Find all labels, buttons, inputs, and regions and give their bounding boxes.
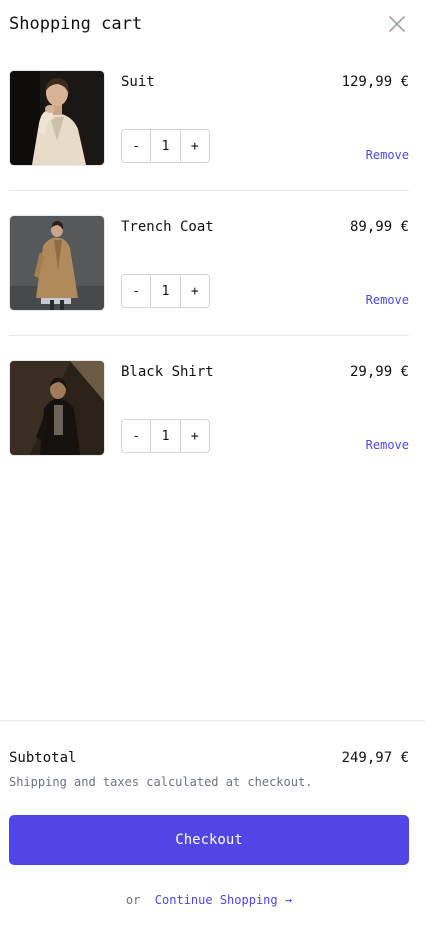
item-price: 29,99 € — [349, 364, 409, 380]
product-image — [9, 360, 105, 456]
or-text: or — [125, 893, 141, 907]
cart-item: Suit 129,99 € - 1 + Remove — [9, 70, 409, 166]
quantity-stepper: - 1 + — [121, 129, 210, 163]
quantity-value[interactable]: 1 — [150, 275, 181, 307]
increment-button[interactable]: + — [181, 275, 209, 307]
item-price: 129,99 € — [341, 74, 409, 90]
quantity-stepper: - 1 + — [121, 419, 210, 453]
increment-button[interactable]: + — [181, 420, 209, 452]
quantity-stepper: - 1 + — [121, 274, 210, 308]
product-image — [9, 70, 105, 166]
checkout-button[interactable]: Checkout — [9, 815, 409, 865]
cart-header: Shopping cart — [9, 12, 409, 38]
subtotal-value: 249,97 € — [341, 750, 409, 766]
close-button[interactable] — [389, 16, 405, 32]
increment-button[interactable]: + — [181, 130, 209, 162]
decrement-button[interactable]: - — [122, 420, 150, 452]
shipping-note: Shipping and taxes calculated at checkou… — [9, 775, 313, 789]
close-icon — [389, 16, 405, 32]
item-name: Suit — [121, 74, 155, 90]
cart-item: Trench Coat 89,99 € - 1 + Remove — [9, 215, 409, 311]
cart-item: Black Shirt 29,99 € - 1 + Remove — [9, 360, 409, 456]
decrement-button[interactable]: - — [122, 275, 150, 307]
item-divider — [9, 335, 409, 336]
quantity-value[interactable]: 1 — [150, 420, 181, 452]
subtotal-label: Subtotal — [9, 750, 77, 766]
product-image — [9, 215, 105, 311]
item-price: 89,99 € — [349, 219, 409, 235]
footer-divider — [0, 720, 425, 721]
item-divider — [9, 190, 409, 191]
continue-row: or Continue Shopping → — [0, 891, 418, 909]
remove-button[interactable]: Remove — [366, 148, 409, 162]
remove-button[interactable]: Remove — [366, 438, 409, 452]
quantity-value[interactable]: 1 — [150, 130, 181, 162]
decrement-button[interactable]: - — [122, 130, 150, 162]
item-name: Black Shirt — [121, 364, 214, 380]
remove-button[interactable]: Remove — [366, 293, 409, 307]
item-name: Trench Coat — [121, 219, 214, 235]
continue-shopping-link[interactable]: Continue Shopping → — [155, 893, 292, 907]
page-title: Shopping cart — [9, 14, 143, 34]
